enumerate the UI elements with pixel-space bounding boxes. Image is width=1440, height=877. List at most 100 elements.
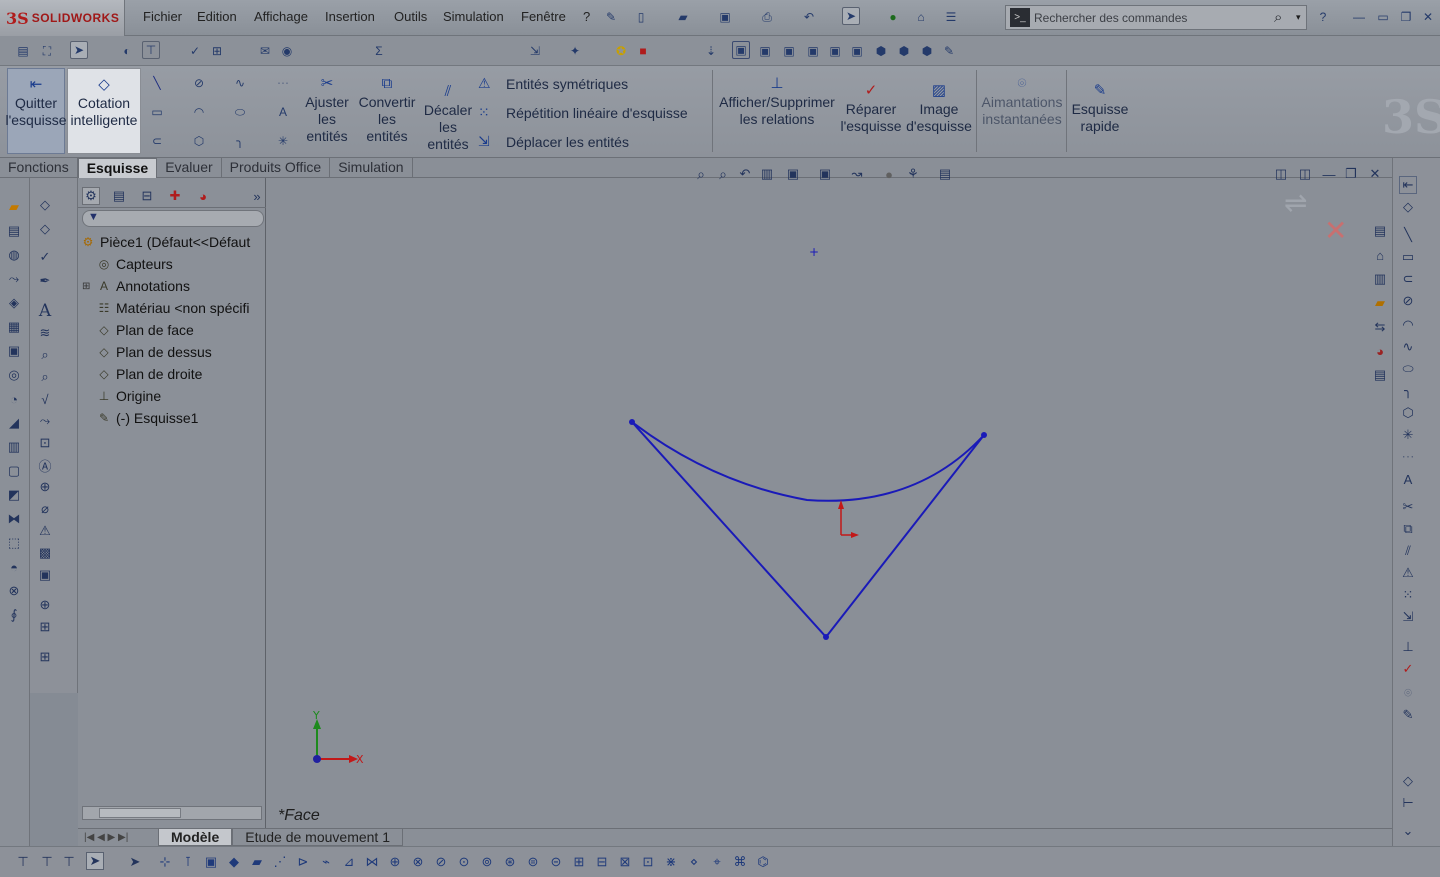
view-selector-icon[interactable]: ✎	[940, 42, 958, 60]
warning-icon[interactable]: ✪	[612, 42, 630, 60]
sketch-icon[interactable]: ⇤	[1399, 176, 1417, 194]
save-icon[interactable]: ▣	[716, 8, 734, 26]
search-icon[interactable]: ⌕	[1274, 9, 1296, 26]
tab-fonctions[interactable]: Fonctions	[0, 158, 78, 178]
balloon-icon[interactable]: ≋	[36, 324, 54, 342]
hole-icon[interactable]: ◎	[5, 366, 23, 384]
dimension-icon[interactable]: ◇	[36, 196, 54, 214]
extrude-icon[interactable]: ▤	[5, 222, 23, 240]
mirror-feature-icon[interactable]: ⧓	[5, 510, 23, 528]
table-icon[interactable]: ⊞	[36, 618, 54, 636]
menu-edition[interactable]: Edition	[197, 9, 237, 24]
tree-item[interactable]: ✎ (-) Esquisse1	[96, 407, 199, 429]
selection-filter-icon[interactable]: ⊳	[294, 853, 312, 871]
close-window-icon[interactable]: ✕	[1419, 8, 1437, 26]
sketch-point-left[interactable]	[629, 419, 635, 425]
draft-icon[interactable]: ◩	[5, 486, 23, 504]
rib-icon[interactable]: ▥	[5, 438, 23, 456]
selection-filter-icon[interactable]: ⊜	[524, 853, 542, 871]
search-input[interactable]: Rechercher des commandes	[1034, 11, 1274, 25]
note-text-icon[interactable]: A	[36, 301, 54, 321]
geometric-tolerance-icon[interactable]: ⊡	[36, 434, 54, 452]
line-icon[interactable]: ╲	[148, 74, 166, 92]
surface-finish-icon[interactable]: √	[36, 390, 54, 408]
pin-icon[interactable]: ✎	[602, 8, 620, 26]
selection-filter-icon[interactable]: ⌖	[708, 853, 726, 871]
curves-icon[interactable]: ∮	[5, 606, 23, 624]
view-back-icon[interactable]: ▣	[756, 42, 774, 60]
print-icon[interactable]: ⎙	[758, 8, 776, 26]
selection-filter-icon[interactable]: ⌬	[754, 853, 772, 871]
dimxpert-tab-icon[interactable]: ✚	[166, 187, 184, 205]
selection-filter-icon[interactable]: ⊕	[386, 853, 404, 871]
selection-filter-icon[interactable]: ⋰	[271, 853, 289, 871]
menu-outils[interactable]: Outils	[394, 9, 427, 24]
view-front-icon[interactable]: ▣	[732, 41, 750, 59]
stop-icon[interactable]: ■	[634, 42, 652, 60]
fillet-tool-icon[interactable]: ╮	[1399, 382, 1417, 400]
spline-tool-icon[interactable]: ∿	[1399, 338, 1417, 356]
tree-item[interactable]: ☷ Matériau <non spécifi	[96, 297, 250, 319]
view-bottom-icon[interactable]: ▣	[848, 42, 866, 60]
tree-filter-input[interactable]: ▼	[82, 210, 264, 227]
tree-item[interactable]: ⊥ Origine	[96, 385, 161, 407]
normal-to-icon[interactable]: ⇣	[702, 42, 720, 60]
horizontal-dim-icon[interactable]: ⊢	[1399, 794, 1417, 812]
chamfer-icon[interactable]: ◢	[5, 414, 23, 432]
selection-filter-icon[interactable]: ⋈	[363, 853, 381, 871]
selection-filter-icon[interactable]: ⊡	[639, 853, 657, 871]
command-search[interactable]: >_ Rechercher des commandes ⌕ ▾	[1005, 5, 1307, 30]
sketch-arc[interactable]	[631, 421, 985, 502]
filter-all-icon[interactable]: ⊤	[60, 853, 78, 871]
sweep-icon[interactable]: ⤳	[5, 270, 23, 288]
selection-filter-icon[interactable]: ⊝	[547, 853, 565, 871]
tab-simulation[interactable]: Simulation	[330, 158, 413, 178]
view-iso-icon[interactable]: ⬢	[872, 42, 890, 60]
model-tab-0[interactable]: Modèle	[158, 829, 233, 846]
note-icon[interactable]: ✉	[256, 42, 274, 60]
rapid-sketch-button[interactable]: ✎ Esquisse rapide	[1070, 75, 1130, 153]
selection-filter-icon[interactable]: ⊹	[156, 853, 174, 871]
custom-properties-icon[interactable]: ▤	[1371, 366, 1389, 384]
sum-icon[interactable]: Σ	[370, 42, 388, 60]
menu-simulation[interactable]: Simulation	[443, 9, 504, 24]
resources-icon[interactable]: ▤	[1371, 222, 1389, 240]
selection-filter-icon[interactable]: ▣	[202, 853, 220, 871]
menu-insertion[interactable]: Insertion	[325, 9, 375, 24]
selection-filter-icon[interactable]: ⊺	[179, 853, 197, 871]
block-icon[interactable]: ▣	[36, 566, 54, 584]
selection-filter-icon[interactable]: ⊟	[593, 853, 611, 871]
centerline-tool-icon[interactable]: ⋯	[1399, 448, 1417, 466]
open-folder-icon[interactable]: ▰	[674, 8, 692, 26]
text-tool-icon[interactable]: A	[1399, 470, 1417, 488]
sketch-point-right[interactable]	[981, 432, 987, 438]
view-top-icon[interactable]: ▣	[826, 42, 844, 60]
slot-tool-icon[interactable]: ⊂	[1399, 270, 1417, 288]
ellipse-icon[interactable]: ⬭	[231, 103, 249, 121]
search-annotation-icon[interactable]: ⌕	[36, 346, 54, 364]
selection-filter-icon[interactable]: ◆	[225, 853, 243, 871]
search2-icon[interactable]: ⌕	[36, 368, 54, 386]
center-mark-icon[interactable]: ⚠	[36, 522, 54, 540]
view-trimetric-icon[interactable]: ⬢	[895, 42, 913, 60]
format-painter-icon[interactable]: ✒	[36, 272, 54, 290]
mirror-tool-icon[interactable]: ⚠	[1399, 564, 1417, 582]
circle-tool-icon[interactable]: ⊘	[1399, 292, 1417, 310]
feature-manager-tab-icon[interactable]: ⚙	[82, 187, 100, 205]
selection-filter-icon[interactable]: ⊙	[455, 853, 473, 871]
datum-target-icon[interactable]: ⊕	[36, 478, 54, 496]
file-properties-icon[interactable]: ⌂	[912, 8, 930, 26]
fillet-feature-icon[interactable]: ◔	[5, 390, 23, 408]
relations-tool-icon[interactable]: ⊥	[1399, 638, 1417, 656]
scrollbar-thumb[interactable]	[99, 808, 181, 818]
sketch-canvas[interactable]: + Y X	[266, 178, 1392, 828]
graphics-area[interactable]: ⌕ ⌕ ↶ ▥ ▣ ▣ ↝ ● ⚘ ▤ ◫ ◫ — ❐ ✕ ⇌ ✕ + Y X …	[266, 166, 1392, 828]
minimize-window-icon[interactable]: —	[1350, 8, 1368, 26]
configuration-manager-tab-icon[interactable]: ⊟	[138, 187, 156, 205]
expand-icon[interactable]: ⊞	[82, 281, 96, 292]
feature-icon[interactable]: ✦	[566, 42, 584, 60]
spellcheck-icon[interactable]: ✓	[186, 42, 204, 60]
smart-dimension-button[interactable]: ◇ Cotation intelligente	[67, 68, 141, 154]
tile-window-icon[interactable]: ▭	[1374, 8, 1392, 26]
model-tab-1[interactable]: Etude de mouvement 1	[232, 829, 403, 846]
